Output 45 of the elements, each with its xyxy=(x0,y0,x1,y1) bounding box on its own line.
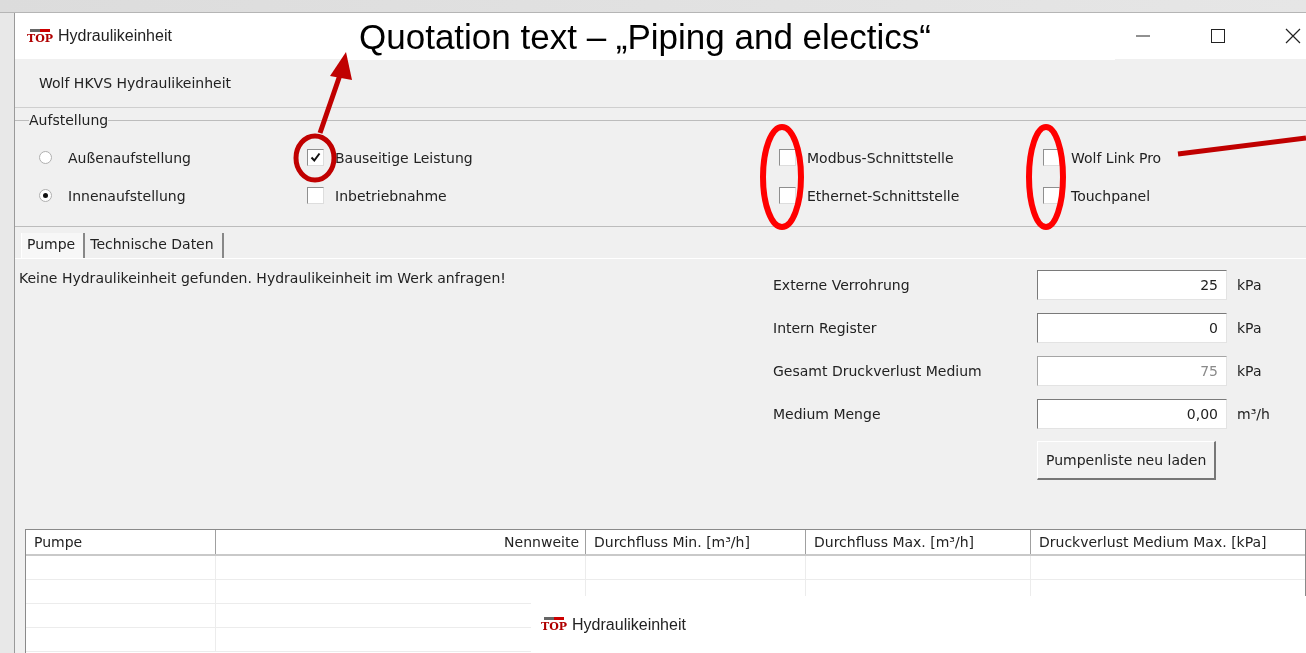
checkbox[interactable] xyxy=(779,149,796,166)
input-field[interactable]: 25 xyxy=(1037,269,1227,300)
logo: TOP xyxy=(27,28,54,44)
radio-button[interactable] xyxy=(39,189,52,202)
checkbox[interactable] xyxy=(307,187,324,204)
option-label: Modbus-Schnittstelle xyxy=(807,149,954,166)
close-icon[interactable] xyxy=(1285,28,1301,44)
logo: TOP xyxy=(541,617,568,632)
radio-button[interactable] xyxy=(39,151,52,164)
tab[interactable]: Pumpe xyxy=(21,233,86,258)
tab[interactable]: Technische Daten xyxy=(85,233,224,258)
option-label: Wolf Link Pro xyxy=(1071,149,1162,166)
window-title: Hydraulikeinheit xyxy=(58,27,172,45)
annotation-circle xyxy=(293,133,337,183)
status-message: Keine Hydraulikeinheit gefunden. Hydraulikeinheit im Werk anfragen! xyxy=(19,269,507,288)
header-title: Wolf HKVS Hydraulikeinheit xyxy=(39,75,231,91)
option-label: Inbetriebnahme xyxy=(335,187,447,204)
unit-label: kPa xyxy=(1237,276,1262,293)
annotation-text: Quotation text – „Piping and electics“ xyxy=(358,17,931,57)
column-header[interactable]: Durchfluss Max. [m³/h] xyxy=(806,530,1031,554)
input-field[interactable]: 0,00 xyxy=(1037,398,1227,429)
option-label: Außenaufstellung xyxy=(68,149,191,166)
checkbox[interactable] xyxy=(779,187,796,204)
column-header[interactable]: Pumpe xyxy=(26,530,216,554)
option-label: Innenaufstellung xyxy=(68,187,186,204)
column-header[interactable]: Durchfluss Min. [m³/h] xyxy=(586,530,806,554)
option-label: Bauseitige Leistung xyxy=(335,149,473,166)
input-field[interactable]: 0 xyxy=(1037,312,1227,343)
unit-label: kPa xyxy=(1237,362,1262,379)
field-label: Gesamt Druckverlust Medium xyxy=(773,362,983,379)
popup-title: Hydraulikeinheit xyxy=(572,615,686,634)
check-icon xyxy=(310,152,321,163)
option-label: Ethernet-Schnittstelle xyxy=(807,187,960,204)
unit-label: kPa xyxy=(1237,319,1262,336)
column-header[interactable]: Nennweite xyxy=(216,530,586,554)
option-label: Touchpanel xyxy=(1071,187,1151,204)
checkbox[interactable] xyxy=(307,149,324,166)
column-header[interactable]: Druckverlust Medium Max. [kPa] xyxy=(1031,530,1305,554)
field-label: Externe Verrohrung xyxy=(773,276,911,293)
field-label: Medium Menge xyxy=(773,405,882,422)
group-title: Aufstellung xyxy=(29,112,109,128)
maximize-icon[interactable] xyxy=(1210,28,1226,44)
reload-button[interactable]: Pumpenliste neu laden xyxy=(1037,441,1217,480)
unit-label: m³/h xyxy=(1237,405,1270,422)
field-label: Intern Register xyxy=(773,319,878,336)
